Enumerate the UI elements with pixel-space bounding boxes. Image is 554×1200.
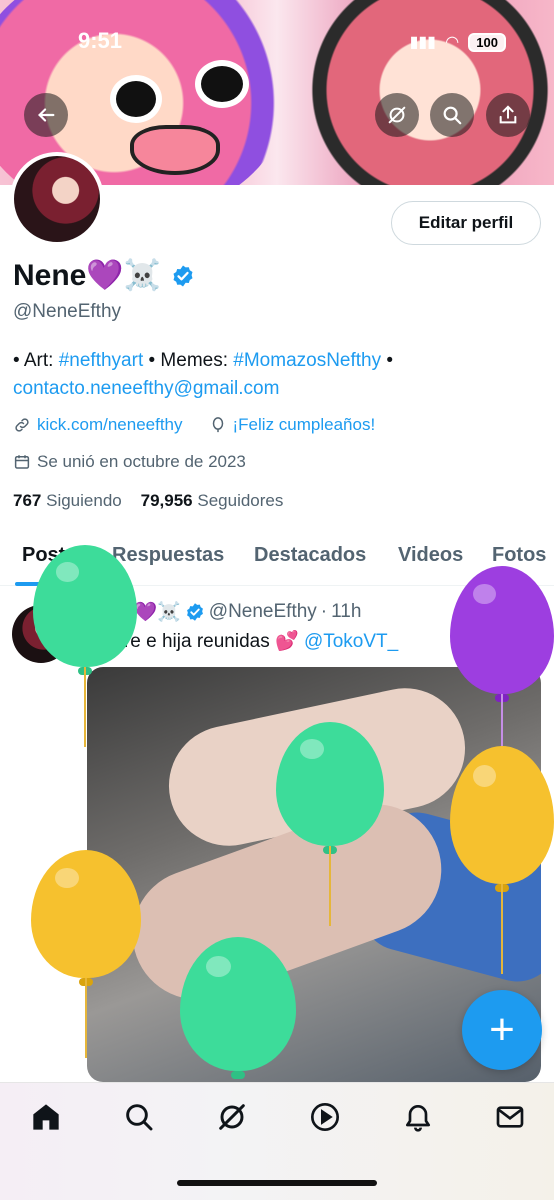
followers-count: 79,956: [140, 491, 193, 510]
tab-videos[interactable]: Videos: [398, 544, 463, 567]
nav-messages[interactable]: [494, 1101, 526, 1133]
post-handle[interactable]: @NeneEfthy: [209, 601, 317, 623]
post-time[interactable]: 11h: [331, 601, 361, 623]
profile-meta-links: kick.com/neneefthy ¡Feliz cumpleaños!: [13, 415, 375, 435]
mention-link[interactable]: @TokoVT_: [304, 631, 398, 652]
following-count: 767: [13, 491, 42, 510]
bio-text: • Memes:: [143, 350, 234, 371]
share-icon: [499, 105, 517, 124]
profile-bio: • Art: #nefthyart • Memes: #MomazosNefth…: [13, 347, 543, 403]
banner-mouth: [130, 125, 220, 175]
status-bar: 9:51 ▮▮▮ ◠ 100: [0, 28, 554, 58]
hashtag-link[interactable]: #MomazosNefthy: [233, 350, 381, 371]
link-icon: [15, 418, 29, 432]
arrow-left-icon: [38, 108, 55, 122]
balloon-green: [180, 937, 296, 1079]
signal-icon: ▮▮▮: [409, 34, 436, 51]
balloon-icon: [212, 417, 223, 433]
home-indicator: [177, 1180, 377, 1186]
email-link[interactable]: contacto.neneefthy@gmail.com: [13, 378, 279, 399]
tab-photos[interactable]: Fotos: [492, 544, 546, 567]
bio-text: • Art:: [13, 350, 59, 371]
balloon-yellow: [31, 850, 141, 1058]
balloon-green: [33, 545, 137, 747]
messages-icon: [496, 1106, 524, 1128]
home-icon: [33, 1104, 59, 1130]
edit-profile-button[interactable]: Editar perfil: [391, 201, 541, 245]
following-label: Siguiendo: [46, 491, 122, 510]
follow-stats: 767 Siguiendo 79,956 Seguidores: [13, 491, 283, 511]
nav-notifications[interactable]: [402, 1101, 434, 1133]
share-button[interactable]: [486, 93, 530, 137]
status-time: 9:51: [78, 28, 123, 53]
search-button[interactable]: [430, 93, 474, 137]
nav-grok[interactable]: [216, 1101, 248, 1133]
search-icon: [126, 1104, 153, 1131]
search-icon: [443, 106, 462, 125]
profile-handle: @NeneEfthy: [13, 301, 122, 322]
wifi-icon: ◠: [445, 34, 459, 51]
profile-name: Nene💜☠️: [13, 259, 162, 292]
grok-button[interactable]: [375, 93, 419, 137]
website-link[interactable]: kick.com/neneefthy: [37, 415, 183, 435]
nav-search[interactable]: [123, 1101, 155, 1133]
birthday-text[interactable]: ¡Feliz cumpleaños!: [233, 415, 376, 435]
compose-post-button[interactable]: +: [462, 990, 542, 1070]
profile-name-row: Nene💜☠️: [13, 258, 195, 293]
balloon-purple: [450, 566, 554, 754]
verified-badge-icon: [186, 603, 203, 621]
nav-video[interactable]: [309, 1101, 341, 1133]
banner-eye: [110, 75, 162, 123]
balloon-green: [276, 722, 384, 926]
profile-joined: Se unió en octubre de 2023: [13, 452, 246, 472]
followers-label: Seguidores: [197, 491, 284, 510]
bio-text: •: [381, 350, 394, 371]
profile-avatar[interactable]: [10, 152, 104, 246]
battery-icon: 100: [468, 32, 506, 52]
grok-icon: [388, 106, 406, 124]
back-button[interactable]: [24, 93, 68, 137]
verified-badge-icon[interactable]: [171, 264, 195, 288]
banner-eye: [195, 60, 249, 108]
notifications-icon: [406, 1105, 430, 1132]
video-icon: [311, 1103, 339, 1131]
nav-home[interactable]: [30, 1101, 62, 1133]
joined-text: Se unió en octubre de 2023: [37, 452, 246, 471]
hashtag-link[interactable]: #nefthyart: [59, 350, 144, 371]
balloon-yellow: [450, 746, 554, 974]
post-separator: ·: [320, 601, 328, 622]
status-icons: ▮▮▮ ◠ 100: [410, 32, 506, 52]
grok-icon: [219, 1104, 245, 1130]
calendar-icon: [14, 455, 30, 469]
followers-link[interactable]: 79,956 Seguidores: [141, 491, 284, 510]
tab-highlights[interactable]: Destacados: [254, 544, 366, 567]
following-link[interactable]: 767 Siguiendo: [13, 491, 122, 510]
